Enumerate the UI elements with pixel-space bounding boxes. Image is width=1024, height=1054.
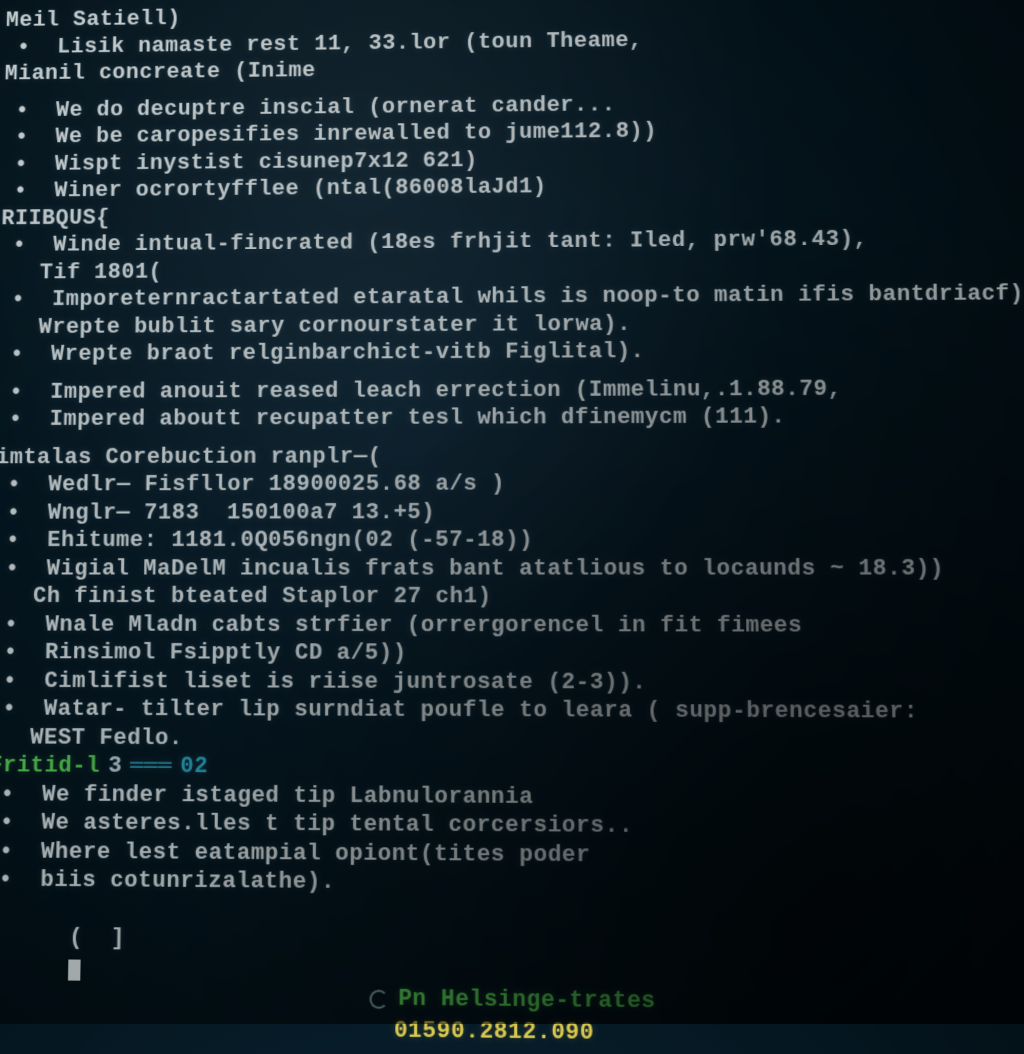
b4-9: WEST Fedlo. [0, 723, 1024, 756]
terminal-screen[interactable]: Meil Satiell) Lisik namaste rest 11, 33.… [0, 0, 1024, 1054]
spinner-icon [369, 989, 388, 1008]
prompt-num: 3 [108, 752, 122, 781]
prompt-2-text: ( ] [69, 925, 125, 952]
b3-0: Impered anouit reased leach errection (I… [0, 374, 1024, 406]
prompt-sep: ═══ [130, 752, 172, 781]
status-footer: Pn Helsinge-trates 01590.2812.090 [0, 981, 1024, 1054]
terminal-output: Meil Satiell) Lisik namaste rest 11, 33.… [0, 0, 1024, 1020]
b3-1: Impered aboutt recupatter tesl which dfi… [0, 402, 1024, 433]
section-2-label: imtalas Corebuction ranplr—( [0, 441, 1024, 472]
b4-2: Ehitume: 1181.0Q056ngn(02 (-57-18)) [0, 526, 1024, 555]
prompt-label: Fritid-l [0, 752, 100, 781]
b4-5: Wnale Mladn cabts strfier (orrergorencel… [0, 611, 1024, 641]
b4-6: Rinsimol Fsipptly CD a/5)) [0, 639, 1024, 669]
b4-1: Wnglr— 7183 150100a7 13.+5) [0, 497, 1024, 526]
footer-text: Pn Helsinge-trates [398, 985, 656, 1017]
prompt-val: 02 [180, 752, 208, 781]
b4-7: Cimlifist liset is riise juntrosate (2-3… [0, 667, 1024, 698]
cursor [68, 959, 81, 980]
footer-num: 01590.2812.090 [394, 1016, 594, 1047]
b4-3: Wigial MaDelM incualis frats bant atatli… [0, 554, 1024, 583]
b4-0: Wedlr— Fisfllor 18900025.68 a/s ) [0, 469, 1024, 499]
b2-2: Imporeternractartated etaratal whils is … [0, 280, 1024, 314]
prompt-line[interactable]: Fritid-l 3 ═══ 02 [0, 752, 1024, 785]
b4-4: Ch finist bteated Staplor 27 ch1) [0, 583, 1024, 612]
b4-8: Watar- tilter lip surndiat poufle to lea… [0, 695, 1024, 727]
